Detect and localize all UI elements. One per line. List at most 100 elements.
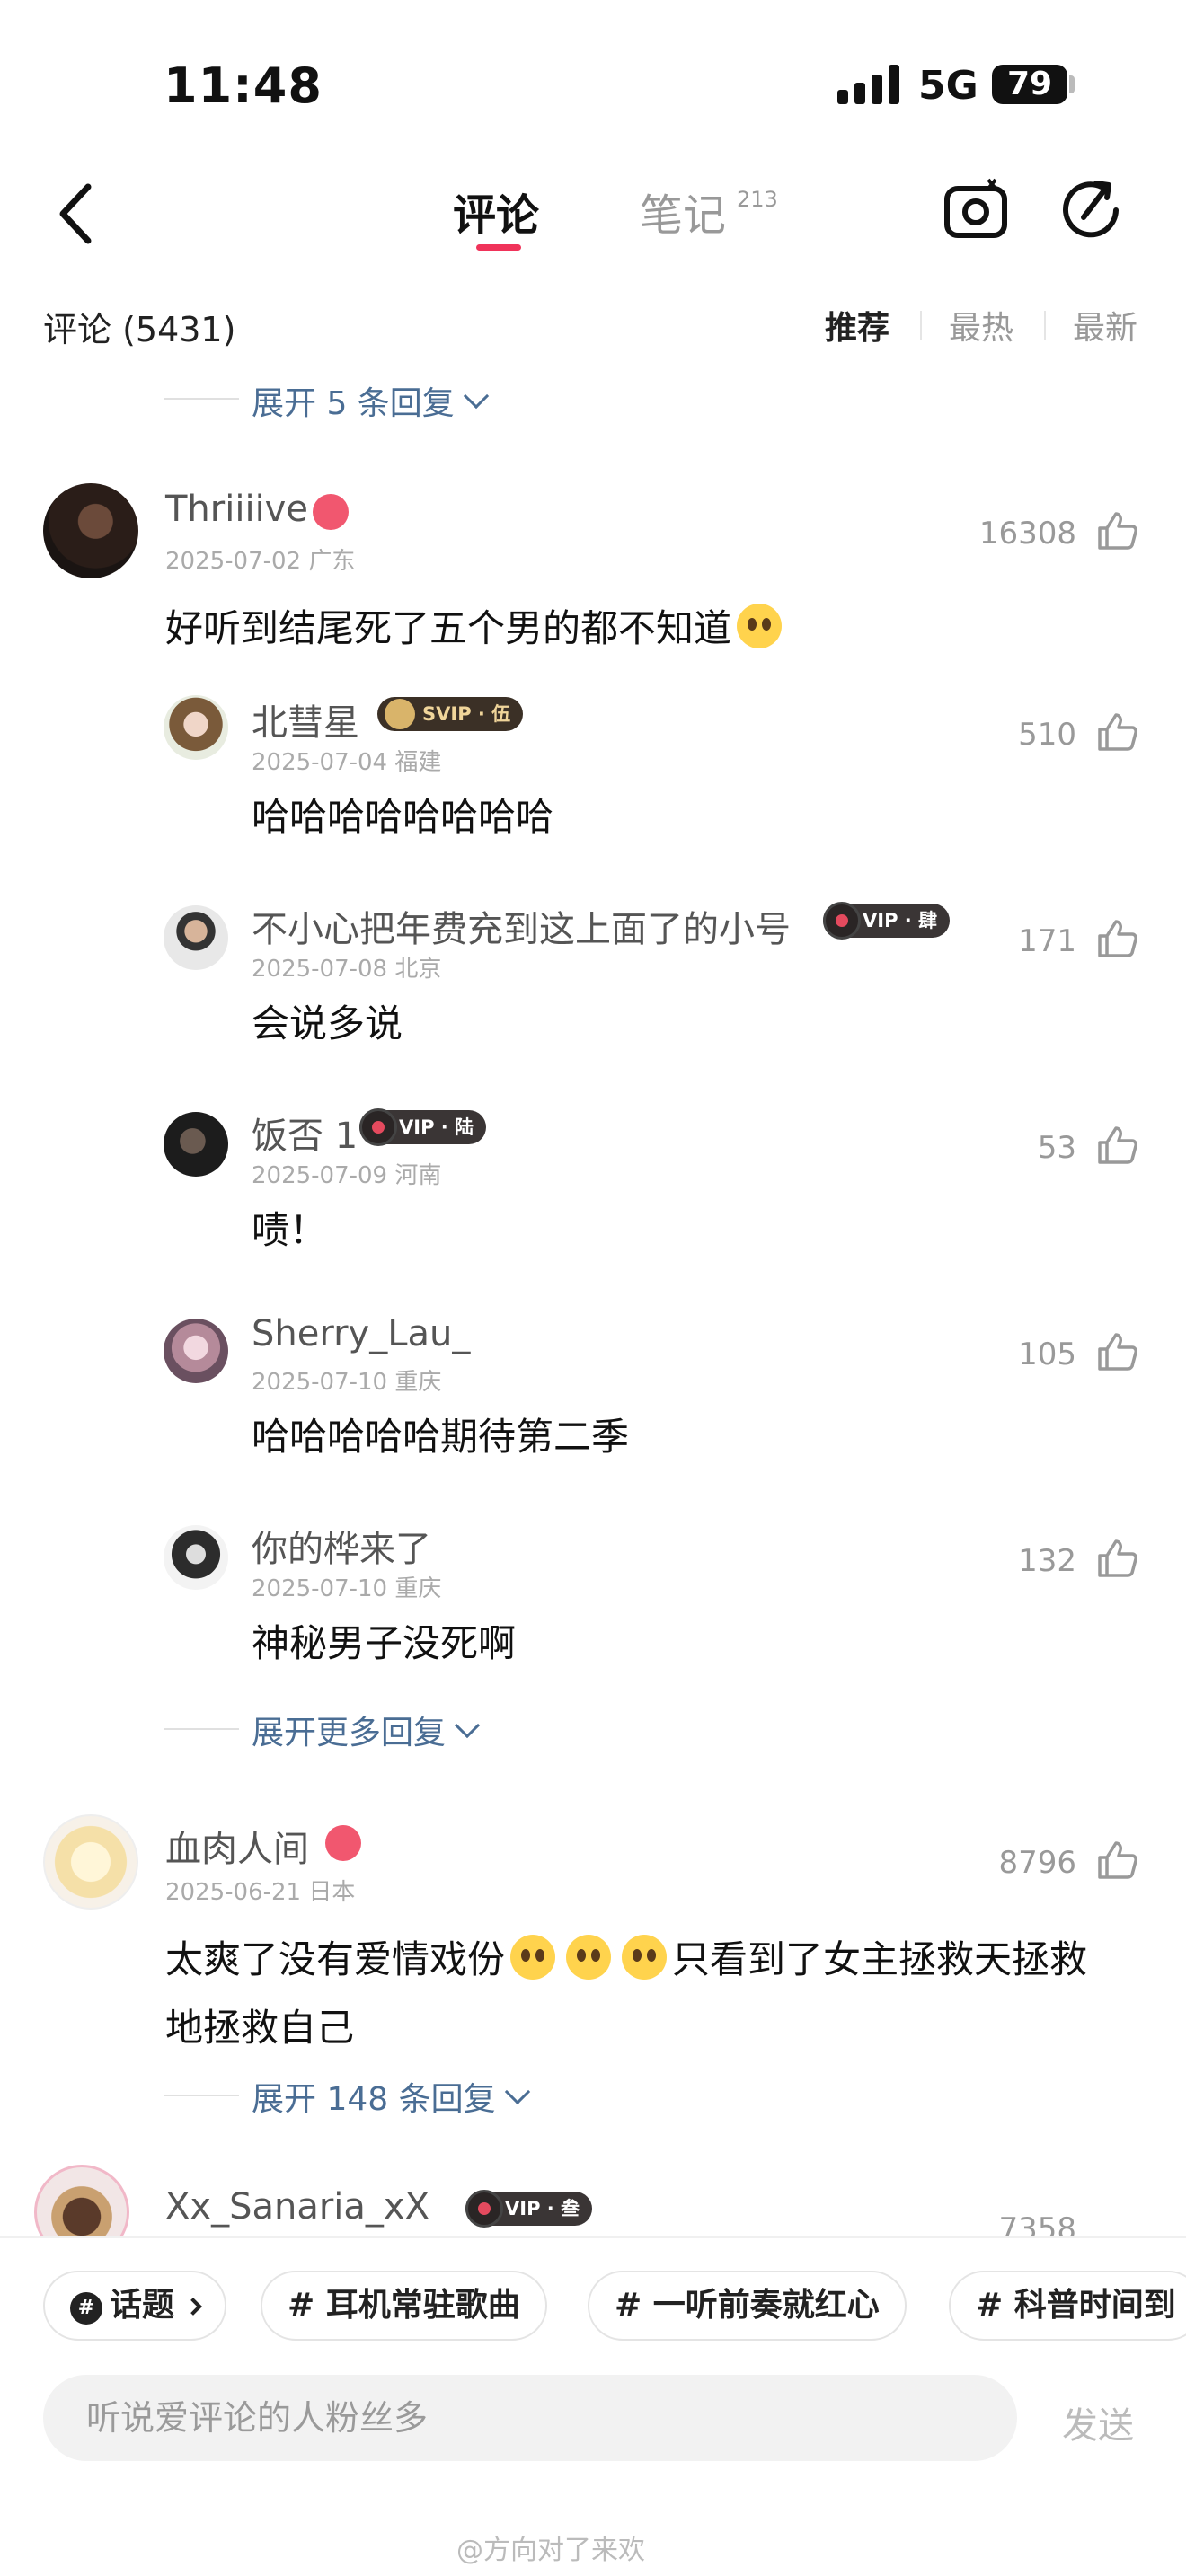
avatar[interactable] [164,1112,228,1177]
vip-label: VIP · 陆 [399,1116,474,1138]
reply-username[interactable]: 你的桦来了 [252,1520,431,1572]
hashtag-chip[interactable]: # 耳机常驻歌曲 [261,2271,547,2341]
vip-badge: VIP · 陆 [359,1108,487,1146]
like-count: 8796 [998,1845,1076,1881]
topic-label: 话题 [110,2287,175,2324]
music-badge-icon [325,1825,361,1861]
thumbs-up-icon[interactable] [1094,508,1139,553]
expand-more-replies-button[interactable]: 展开更多回复 [252,1707,481,1753]
vip-badge: VIP · 叁 [465,2190,593,2228]
back-icon[interactable] [50,178,104,250]
reply-username[interactable]: Sherry_Lau_ [252,1313,470,1354]
avatar[interactable] [43,483,138,578]
comment-username[interactable]: Xx_Sanaria_xX [165,2186,429,2228]
tab-notes[interactable]: 笔记 [640,180,726,243]
like-count: 171 [1018,923,1076,959]
reply-meta: 2025-07-08 北京 [252,956,442,983]
thumbs-up-icon[interactable] [1094,710,1139,754]
vip-badge: VIP · 肆 [823,902,951,940]
like-count: 510 [1018,717,1076,753]
expand-divider [164,2095,239,2096]
sort-new[interactable]: 最新 [1073,302,1137,348]
reply-username[interactable]: 北彗星 [252,693,359,745]
comment-username[interactable]: 血肉人间 [165,1820,309,1872]
avatar[interactable] [164,1525,228,1590]
chevron-down-icon [504,2078,530,2105]
comment-text: 好听到结尾死了五个男的都不知道 [165,598,787,653]
pleading-emoji-icon [566,1935,612,1980]
network-type: 5G [918,63,978,109]
tab-active-indicator [476,244,521,251]
hashtag-icon: # [70,2292,102,2325]
tab-comments[interactable]: 评论 [453,180,539,243]
comment-meta: 2025-07-02 广东 [165,548,356,575]
thumbs-up-icon[interactable] [1094,916,1139,961]
music-badge-icon [313,494,349,530]
top-nav: 评论 笔记 213 [0,153,1186,269]
reply-username[interactable]: 不小心把年费充到这上面了的小号 [252,900,791,952]
comment-input-box[interactable] [43,2375,1017,2461]
sort-hot[interactable]: 最热 [949,302,1013,348]
signal-icon [837,65,899,104]
topic-chip[interactable]: # 话题 [43,2271,227,2341]
expand-label: 展开 148 条回复 [252,2081,496,2118]
svip-label: SVIP · 伍 [422,703,511,725]
reply-meta: 2025-07-09 河南 [252,1162,442,1189]
expand-label: 展开 5 条回复 [252,385,455,422]
avatar[interactable] [164,695,228,760]
reply-meta: 2025-07-10 重庆 [252,1575,442,1602]
vip-label: VIP · 叁 [505,2198,580,2219]
chevron-right-icon [184,2298,202,2316]
comment-text-part: 只看到了女主拯救天拯救 [672,1937,1088,1981]
comment-count: 评论 (5431) [43,310,236,349]
svip-disc-icon [385,699,415,729]
avatar[interactable] [164,905,228,970]
battery-cap [1069,75,1075,93]
battery-icon: 79 [992,65,1067,104]
comment-username[interactable]: Thriiiive [165,489,308,530]
hashtag-chip[interactable]: # 科普时间到 [949,2271,1186,2341]
comment-text-part: 太爽了没有爱情戏份 [165,1937,506,1981]
hashtag-chip[interactable]: # 一听前奏就红心 [588,2271,907,2341]
reply-text: 会说多说 [252,1001,403,1045]
comment-meta: 2025-06-21 日本 [165,1879,356,1906]
thumbs-up-icon[interactable] [1094,1123,1139,1168]
avatar[interactable] [43,1814,138,1910]
status-bar: 11:48 5G 79 [0,0,1186,135]
thumbs-up-icon[interactable] [1094,1329,1139,1374]
vip-disc-icon [823,902,861,940]
comment-composer: #话题 # 耳机常驻歌曲 # 一听前奏就红心 # 科普时间到 发送 @方向对了来… [0,2236,1186,2576]
vip-label: VIP · 肆 [863,910,938,931]
status-time: 11:48 [164,57,323,114]
expand-replies-button[interactable]: 展开 148 条回复 [252,2073,530,2120]
reply-text: 神秘男子没死啊 [252,1621,517,1665]
expand-divider [164,1728,239,1730]
sort-divider [920,311,922,340]
chevron-down-icon [454,1712,481,1739]
comment-text-line2: 地拯救自己 [165,2006,355,2050]
like-count: 53 [1037,1130,1076,1166]
share-icon[interactable] [1057,176,1125,244]
camera-icon[interactable] [942,176,1010,244]
reply-text: 哈哈哈哈哈期待第二季 [252,1415,630,1459]
like-count: 16308 [978,516,1076,551]
like-count: 132 [1018,1543,1076,1579]
vip-disc-icon [465,2190,503,2228]
reply-meta: 2025-07-04 福建 [252,749,442,776]
watermark: @方向对了来欢 [456,2535,645,2566]
thumbs-up-icon[interactable] [1094,1536,1139,1581]
vip-disc-icon [359,1108,397,1146]
send-button[interactable]: 发送 [1062,2396,1134,2448]
smile-emoji-icon [737,604,783,648]
avatar[interactable] [164,1319,228,1383]
thumbs-up-icon[interactable] [1094,1838,1139,1883]
comment-header: 评论 (5431) 推荐 最热 最新 [0,296,1186,350]
reply-username[interactable]: 饭否 1 [252,1107,358,1159]
expand-divider [164,398,239,400]
sort-recommended[interactable]: 推荐 [825,302,890,348]
comment-input[interactable] [43,2375,1017,2461]
sort-divider [1044,311,1046,340]
pleading-emoji-icon [510,1935,556,1980]
comment-text-content: 好听到结尾死了五个男的都不知道 [165,606,732,650]
expand-replies-button[interactable]: 展开 5 条回复 [252,377,489,424]
